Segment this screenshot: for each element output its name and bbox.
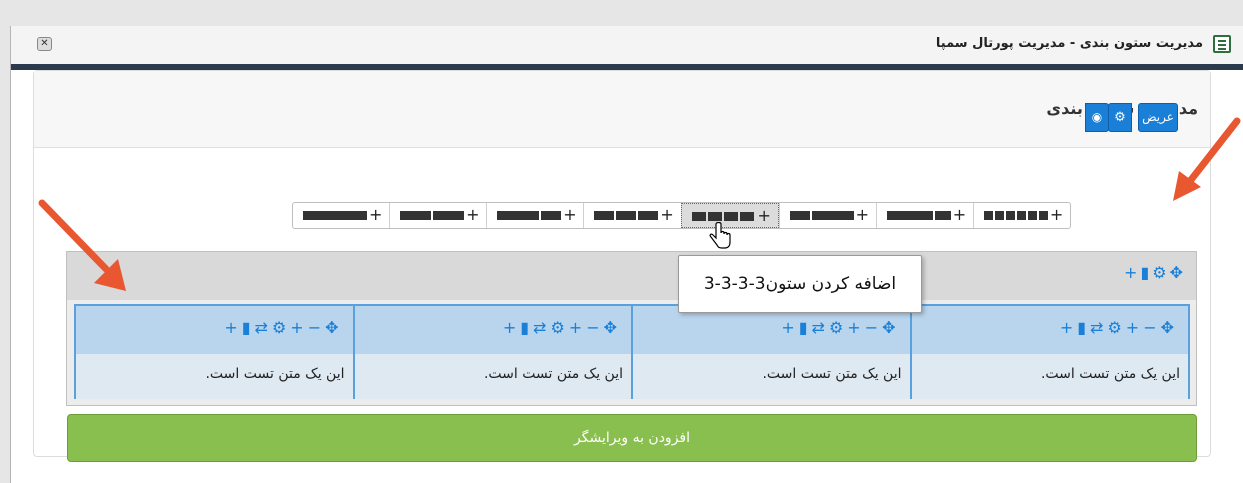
gear-icon[interactable]: ⚙ (1152, 263, 1169, 282)
move-icon[interactable]: ✥ (1170, 263, 1186, 282)
move-icon[interactable]: ✥ (604, 318, 621, 337)
layout-button-group: + + + + + + + + (292, 202, 1071, 229)
expand-icon[interactable]: + (847, 318, 864, 337)
form-icon (1213, 35, 1231, 53)
trash-icon[interactable]: ▮ (520, 318, 533, 337)
column-toolbar: +▮⇄⚙+−✥ (1060, 318, 1178, 337)
row-container: +▮⚙✥ +▮⇄⚙+−✥ این یک متن تست است. +▮⇄⚙+−✥… (66, 251, 1197, 406)
trash-icon[interactable]: ▮ (242, 318, 255, 337)
swap-icon[interactable]: ⇄ (255, 318, 272, 337)
layout-bars-icon (983, 211, 1048, 220)
plus-icon[interactable]: + (1124, 263, 1140, 282)
layout-bars-icon (497, 211, 562, 220)
hand-cursor-icon (709, 222, 731, 249)
gear-icon[interactable]: ⚙ (550, 318, 568, 337)
expand-icon[interactable]: + (569, 318, 586, 337)
column-header: +▮⇄⚙+−✥ (911, 306, 1188, 354)
gear-icon: ⚙ (1114, 110, 1126, 125)
add-to-editor-button[interactable]: افزودن به ویرایشگر (67, 414, 1197, 462)
columns-row: +▮⇄⚙+−✥ این یک متن تست است. +▮⇄⚙+−✥ این … (74, 304, 1190, 399)
layout-button-12[interactable]: + (293, 203, 389, 228)
layout-button-9-3[interactable]: + (875, 203, 973, 228)
column-text[interactable]: این یک متن تست است. (354, 354, 631, 399)
layout-bars-icon (789, 211, 854, 220)
layout-button-8-4[interactable]: + (486, 203, 583, 228)
panel-header: مدیریت ستون بندی (34, 71, 1210, 148)
column[interactable]: +▮⇄⚙+−✥ این یک متن تست است. (74, 304, 355, 399)
column[interactable]: +▮⇄⚙+−✥ این یک متن تست است. (631, 304, 912, 399)
trash-icon[interactable]: ▮ (1140, 263, 1152, 282)
layout-button-6-6[interactable]: + (389, 203, 486, 228)
shrink-icon[interactable]: − (1143, 318, 1160, 337)
gear-button[interactable]: ⚙ (1108, 103, 1132, 132)
trash-icon[interactable]: ▮ (799, 318, 812, 337)
tooltip: اضافه کردن ستون3-3-3-3 (678, 255, 922, 313)
swap-icon[interactable]: ⇄ (812, 318, 829, 337)
column-toolbar: +▮⇄⚙+−✥ (224, 318, 342, 337)
layout-bars-icon (886, 211, 951, 220)
plus-icon: + (563, 205, 577, 224)
column-toolbar: +▮⇄⚙+−✥ (503, 318, 621, 337)
layout-button-4-4-4[interactable]: + (583, 203, 680, 228)
plus-icon: + (855, 205, 870, 224)
column-header: +▮⇄⚙+−✥ (76, 306, 353, 354)
move-icon[interactable]: ✥ (325, 318, 342, 337)
plus-icon: + (660, 205, 674, 224)
plus-icon[interactable]: + (503, 318, 520, 337)
layout-button-2-2-2-2-2-2[interactable]: + (972, 203, 1070, 228)
plus-icon[interactable]: + (781, 318, 798, 337)
window-title: مدیریت ستون بندی - مدیریت پورتال سمپا (935, 36, 1203, 51)
gear-icon[interactable]: ⚙ (272, 318, 290, 337)
shrink-icon[interactable]: − (865, 318, 882, 337)
column[interactable]: +▮⇄⚙+−✥ این یک متن تست است. (352, 304, 633, 399)
move-icon[interactable]: ✥ (882, 318, 899, 337)
layout-bars-icon (400, 211, 465, 220)
shrink-icon[interactable]: − (308, 318, 325, 337)
plus-icon: + (1049, 205, 1064, 224)
plus-icon: + (369, 205, 383, 224)
move-icon[interactable]: ✥ (1161, 318, 1178, 337)
column-text[interactable]: این یک متن تست است. (911, 354, 1188, 399)
layout-bars-icon (691, 212, 754, 221)
trash-icon[interactable]: ▮ (1077, 318, 1090, 337)
swap-icon[interactable]: ⇄ (1090, 318, 1107, 337)
row-toolbar: +▮⚙✥ (1124, 263, 1186, 282)
gear-icon[interactable]: ⚙ (829, 318, 847, 337)
plus-icon: + (757, 206, 771, 225)
gear-icon[interactable]: ⚙ (1107, 318, 1125, 337)
eye-icon: ◉ (1091, 110, 1103, 124)
layout-bars-icon (594, 211, 659, 220)
annotation-arrow-icon (1173, 117, 1241, 201)
titlebar: مدیریت ستون بندی - مدیریت پورتال سمپا (11, 26, 1243, 64)
swap-icon[interactable]: ⇄ (533, 318, 550, 337)
row-header: +▮⚙✥ (67, 252, 1196, 300)
plus-icon: + (466, 205, 480, 224)
preview-button[interactable]: ◉ (1085, 103, 1109, 132)
shrink-icon[interactable]: − (586, 318, 603, 337)
expand-icon[interactable]: + (1126, 318, 1143, 337)
column-header: +▮⇄⚙+−✥ (354, 306, 631, 354)
column-toolbar: +▮⇄⚙+−✥ (781, 318, 899, 337)
plus-icon: + (952, 205, 967, 224)
expand-icon[interactable]: + (290, 318, 307, 337)
layout-bars-icon (303, 211, 367, 220)
close-icon[interactable]: ✕ (37, 37, 52, 51)
annotation-arrow-icon (38, 199, 126, 291)
column[interactable]: +▮⇄⚙+−✥ این یک متن تست است. (909, 304, 1190, 399)
column-text[interactable]: این یک متن تست است. (76, 354, 353, 399)
layout-button-4-8[interactable]: + (778, 203, 876, 228)
plus-icon[interactable]: + (1060, 318, 1077, 337)
column-header: +▮⇄⚙+−✥ (633, 306, 910, 354)
column-text[interactable]: این یک متن تست است. (633, 354, 910, 399)
plus-icon[interactable]: + (224, 318, 241, 337)
